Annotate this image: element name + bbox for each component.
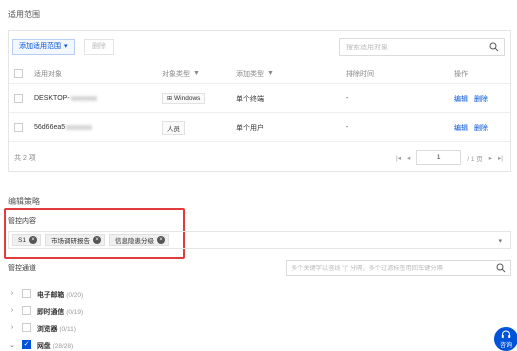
node-checkbox[interactable]	[22, 306, 31, 315]
node-checkbox[interactable]	[22, 289, 31, 298]
row-add-type: 单个终端	[236, 95, 264, 103]
page-input[interactable]: 1	[416, 150, 462, 165]
headset-icon	[501, 330, 511, 338]
policy-title: 编辑策略	[8, 197, 40, 206]
expand-icon[interactable]: ›	[8, 290, 16, 297]
close-icon[interactable]: ×	[28, 236, 37, 244]
control-content-label: 管控内容	[8, 218, 36, 225]
content-chip[interactable]: 信息隐患分级 ×	[108, 234, 169, 246]
table-footer: 共 2 项 |◂ ◂ 1 / 1 页 ▸ ▸|	[9, 144, 510, 172]
type-tag: ⊞ Windows	[162, 93, 206, 104]
node-count: (0/20)	[66, 291, 84, 299]
type-tag-label: 人员	[167, 125, 180, 133]
help-button[interactable]: 咨询	[494, 327, 517, 351]
add-scope-label: 添加适用范围	[19, 43, 61, 50]
type-tag-label: Windows	[174, 95, 201, 102]
select-all-checkbox[interactable]	[14, 69, 23, 78]
search-icon[interactable]	[489, 42, 499, 52]
col-exclude: 排除时间	[346, 70, 374, 78]
col-add-type[interactable]: 添加类型 ▼	[236, 64, 274, 83]
row-target-text: DESKTOP-	[34, 95, 70, 102]
node-count: (0/11)	[59, 325, 76, 333]
prev-page-icon[interactable]: ◂	[407, 154, 410, 162]
redacted-text	[66, 125, 93, 130]
col-type-label: 对象类型	[162, 70, 190, 78]
tree-node[interactable]: › 浏览器 (0/11)	[8, 319, 308, 336]
search-icon[interactable]	[496, 263, 506, 273]
scope-panel: 添加适用范围 ▾ 删除 适用对象 对象类型▼ 添加类型▼ 排除时间 操作 DES…	[8, 30, 511, 172]
next-page-icon[interactable]: ▸	[489, 154, 492, 162]
row-target: 56d66ea5	[34, 114, 93, 141]
chip-label: 信息隐患分级	[114, 238, 154, 245]
type-tag: 人员	[162, 120, 185, 135]
scope-search-input[interactable]	[346, 43, 486, 51]
delete-link[interactable]: 删除	[474, 123, 488, 133]
content-chip[interactable]: S1 ×	[12, 234, 41, 246]
scope-toolbar: 添加适用范围 ▾ 删除	[9, 31, 510, 63]
add-scope-button[interactable]: 添加适用范围 ▾	[12, 39, 75, 55]
col-target: 适用对象	[34, 70, 62, 78]
channel-search-input[interactable]	[291, 264, 491, 272]
col-actions: 操作	[454, 70, 468, 78]
delete-button[interactable]: 删除	[84, 39, 114, 55]
windows-icon: ⊞	[167, 96, 173, 102]
first-page-icon[interactable]: |◂	[396, 154, 401, 162]
delete-link[interactable]: 删除	[474, 94, 488, 104]
channel-tree: › 电子邮箱 (0/20) › 即时通信 (0/19) › 浏览器 (0/11) ⌄ …	[8, 285, 308, 351]
channel-label: 管控通道	[8, 265, 36, 272]
channel-search[interactable]	[286, 260, 511, 276]
expand-icon[interactable]: ›	[8, 307, 16, 314]
collapse-icon[interactable]: ⌄	[8, 341, 16, 349]
last-page-icon[interactable]: ▸|	[498, 154, 503, 162]
node-name: 即时通信	[37, 308, 65, 316]
row-checkbox[interactable]	[14, 94, 23, 103]
node-name: 浏览器	[37, 325, 58, 333]
chip-label: 市场调研报告	[50, 238, 90, 245]
table-row: 56d66ea5 人员 单个用户 - 编辑 删除	[9, 114, 510, 142]
pagination: |◂ ◂ 1 / 1 页 ▸ ▸|	[396, 150, 503, 165]
node-count: (28/28)	[52, 342, 74, 350]
row-exclude: -	[346, 124, 349, 131]
tree-node[interactable]: ⌄ ✓ 网盘 (28/28)	[8, 336, 308, 351]
content-chip[interactable]: 市场调研报告 ×	[44, 234, 105, 246]
filter-icon[interactable]: ▼	[193, 70, 200, 77]
filter-icon[interactable]: ▼	[267, 70, 274, 77]
chevron-down-icon[interactable]: ▾	[498, 237, 502, 245]
node-checkbox[interactable]: ✓	[22, 340, 31, 349]
node-count: (0/19)	[66, 308, 84, 316]
node-name: 电子邮箱	[37, 291, 65, 299]
node-checkbox[interactable]	[22, 323, 31, 332]
caret-down-icon: ▾	[64, 43, 68, 50]
row-add-type: 单个用户	[236, 124, 264, 132]
close-icon[interactable]: ×	[92, 236, 101, 244]
node-name: 网盘	[37, 342, 51, 350]
edit-link[interactable]: 编辑	[454, 94, 468, 104]
row-checkbox[interactable]	[14, 123, 23, 132]
col-add-type-label: 添加类型	[236, 70, 264, 78]
row-exclude: -	[346, 95, 349, 102]
total-count: 共 2 项	[14, 155, 36, 162]
page-total: / 1 页	[467, 155, 483, 163]
table-row: DESKTOP- ⊞ Windows 单个终端 - 编辑 删除	[9, 85, 510, 113]
close-icon[interactable]: ×	[156, 236, 165, 244]
table-header: 适用对象 对象类型 ▼ 添加类型 ▼ 排除时间 操作	[9, 64, 510, 84]
row-target: DESKTOP-	[34, 85, 97, 112]
control-content-select[interactable]: S1 × 市场调研报告 × 信息隐患分级 × ▾	[8, 231, 511, 249]
help-label: 咨询	[499, 343, 512, 349]
chip-label: S1	[18, 236, 26, 244]
tree-node[interactable]: › 即时通信 (0/19)	[8, 302, 308, 319]
redacted-text	[70, 96, 97, 101]
row-target-text: 56d66ea5	[34, 124, 66, 131]
scope-title: 适用范围	[8, 10, 40, 19]
tree-node[interactable]: › 电子邮箱 (0/20)	[8, 285, 308, 302]
scope-search[interactable]	[339, 38, 505, 56]
edit-link[interactable]: 编辑	[454, 123, 468, 133]
expand-icon[interactable]: ›	[8, 324, 16, 331]
col-type[interactable]: 对象类型 ▼	[162, 64, 200, 83]
